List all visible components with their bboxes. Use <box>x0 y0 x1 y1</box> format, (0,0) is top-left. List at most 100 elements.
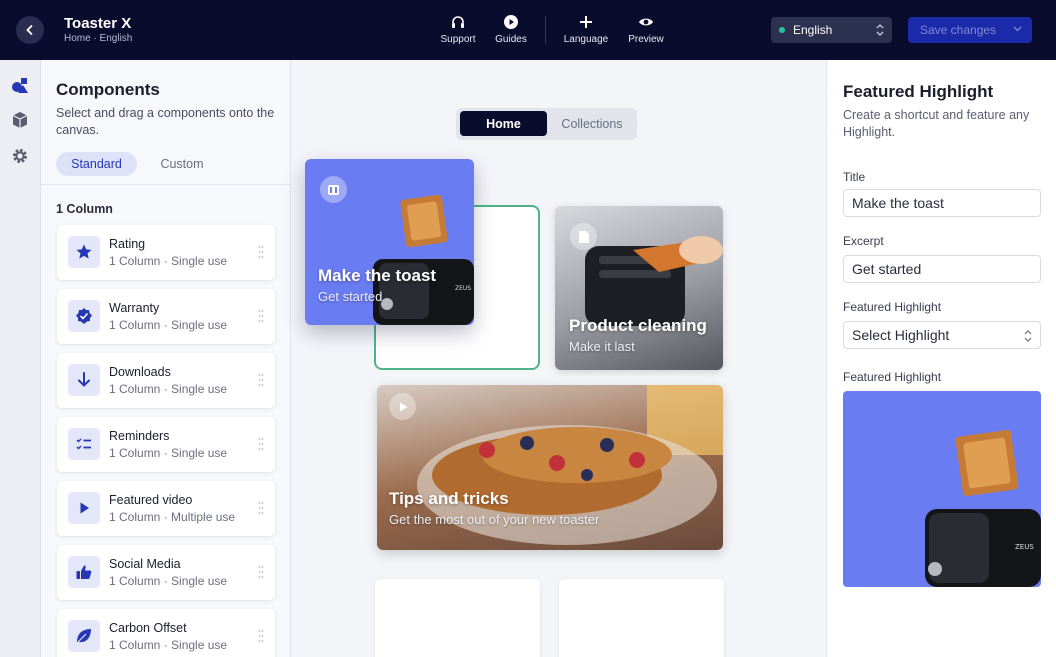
highlight-label: Featured Highlight <box>843 300 942 314</box>
excerpt-label: Excerpt <box>843 234 884 248</box>
tile-caption: Make the toast Get started <box>318 266 436 304</box>
tab-custom[interactable]: Custom <box>145 152 219 176</box>
chevron-down-icon <box>1013 26 1022 32</box>
language-value: English <box>793 23 833 37</box>
language-button[interactable]: Language <box>556 14 616 45</box>
tile-title: Make the toast <box>318 266 437 285</box>
section-label: 1 Column <box>56 202 113 216</box>
tile-title: Product cleaning <box>569 316 707 335</box>
drag-handle-icon[interactable] <box>258 437 264 451</box>
tile-title: Tips and tricks <box>389 489 509 508</box>
play-circle-icon <box>504 15 518 29</box>
component-card-carbon-offset[interactable]: Carbon Offset 1 Column · Single use <box>57 609 275 657</box>
components-panel: Components Select and drag a components … <box>41 60 291 657</box>
leaf-icon <box>77 629 91 643</box>
highlight-select[interactable]: Select Highlight <box>843 321 1041 349</box>
save-changes-button[interactable]: Save changes <box>908 17 1032 43</box>
drag-handle-icon[interactable] <box>258 565 264 579</box>
component-card-reminders[interactable]: Reminders 1 Column · Single use <box>57 417 275 472</box>
component-meta: 1 Column · Single use <box>109 446 228 460</box>
preview-label: Featured Highlight <box>843 370 942 384</box>
title-label: Title <box>843 170 866 184</box>
canvas-tabs: Home Collections <box>456 108 637 140</box>
panel-title: Featured Highlight <box>843 82 994 101</box>
box-icon[interactable] <box>11 111 29 129</box>
checklist-icon <box>76 438 91 450</box>
play-icon <box>80 502 89 514</box>
empty-tile[interactable] <box>559 579 724 657</box>
tab-collections[interactable]: Collections <box>552 111 632 136</box>
drag-handle-icon[interactable] <box>258 501 264 515</box>
support-button[interactable]: Support <box>428 14 488 45</box>
component-name: Featured video <box>109 493 193 507</box>
title-value: Make the toast <box>852 195 944 211</box>
play-icon <box>399 402 407 411</box>
panel-title: Components <box>56 80 160 99</box>
language-select[interactable]: English <box>771 17 892 43</box>
left-rail <box>0 60 41 657</box>
component-card-downloads[interactable]: Downloads 1 Column · Single use <box>57 353 275 408</box>
component-name: Carbon Offset <box>109 621 187 635</box>
tile-subtitle: Get the most out of your new toaster <box>389 512 600 527</box>
title-field[interactable]: Make the toast <box>843 189 1041 217</box>
highlight-value: Select Highlight <box>852 327 950 343</box>
tile-caption: Product cleaning Make it last <box>569 316 707 354</box>
component-meta: 1 Column · Single use <box>109 318 228 332</box>
panel-description: Create a shortcut and feature any Highli… <box>843 108 1030 139</box>
tile-make-the-toast[interactable]: ZEUS Make the toast Get started <box>305 159 474 325</box>
tile-subtitle: Make it last <box>569 339 635 354</box>
back-button[interactable] <box>16 16 44 44</box>
tile-caption: Tips and tricks Get the most out of your… <box>389 489 599 527</box>
shapes-icon[interactable] <box>11 76 29 94</box>
gear-icon[interactable] <box>11 147 29 165</box>
top-bar: Toaster X Home · English Support Guides … <box>0 0 1056 60</box>
component-meta: 1 Column · Single use <box>109 254 228 268</box>
guides-button[interactable]: Guides <box>481 14 541 45</box>
component-name: Rating <box>109 237 146 251</box>
component-name: Social Media <box>109 557 181 571</box>
verified-badge-icon <box>76 308 92 324</box>
tab-standard[interactable]: Standard <box>56 152 137 176</box>
component-meta: 1 Column · Single use <box>109 574 228 588</box>
drag-handle-icon[interactable] <box>258 373 264 387</box>
document-badge <box>570 223 597 250</box>
eye-icon <box>639 18 653 26</box>
svg-text:ZEUS: ZEUS <box>455 285 471 292</box>
svg-text:ZEUS: ZEUS <box>1015 543 1034 551</box>
component-card-warranty[interactable]: Warranty 1 Column · Single use <box>57 289 275 344</box>
tile-tips-and-tricks[interactable]: Tips and tricks Get the most out of your… <box>377 385 723 550</box>
canvas: Home Collections Product cleaning Make i… <box>291 60 826 657</box>
component-name: Warranty <box>109 301 160 315</box>
divider <box>41 184 290 185</box>
component-card-rating[interactable]: Rating 1 Column · Single use <box>57 225 275 280</box>
drag-handle-icon[interactable] <box>258 309 264 323</box>
preview-button[interactable]: Preview <box>616 14 676 45</box>
component-card-featured-video[interactable]: Featured video 1 Column · Multiple use <box>57 481 275 536</box>
toaster-badge <box>320 176 347 203</box>
component-meta: 1 Column · Single use <box>109 638 228 652</box>
chevron-left-icon <box>26 25 33 35</box>
properties-panel: Featured Highlight Create a shortcut and… <box>826 60 1056 657</box>
excerpt-value: Get started <box>852 261 922 277</box>
component-meta: 1 Column · Single use <box>109 382 228 396</box>
excerpt-field[interactable]: Get started <box>843 255 1041 283</box>
tab-home[interactable]: Home <box>460 111 547 136</box>
document-icon <box>578 230 589 243</box>
drag-handle-icon[interactable] <box>258 629 264 643</box>
support-label: Support <box>440 34 476 45</box>
drag-handle-icon[interactable] <box>258 245 264 259</box>
thumbs-up-icon <box>76 565 92 579</box>
guides-label: Guides <box>495 34 527 45</box>
tile-product-cleaning[interactable]: Product cleaning Make it last <box>555 206 723 370</box>
preview-label: Preview <box>628 34 664 45</box>
arrow-down-icon <box>78 372 90 387</box>
empty-tile[interactable] <box>375 579 540 657</box>
highlight-preview-image: ZEUS <box>843 391 1041 587</box>
language-label: Language <box>563 34 609 45</box>
plus-icon <box>580 16 592 28</box>
chevron-updown-icon <box>1024 330 1032 342</box>
component-name: Downloads <box>109 365 171 379</box>
component-card-social-media[interactable]: Social Media 1 Column · Single use <box>57 545 275 600</box>
status-dot <box>779 27 785 33</box>
video-badge <box>389 393 416 420</box>
